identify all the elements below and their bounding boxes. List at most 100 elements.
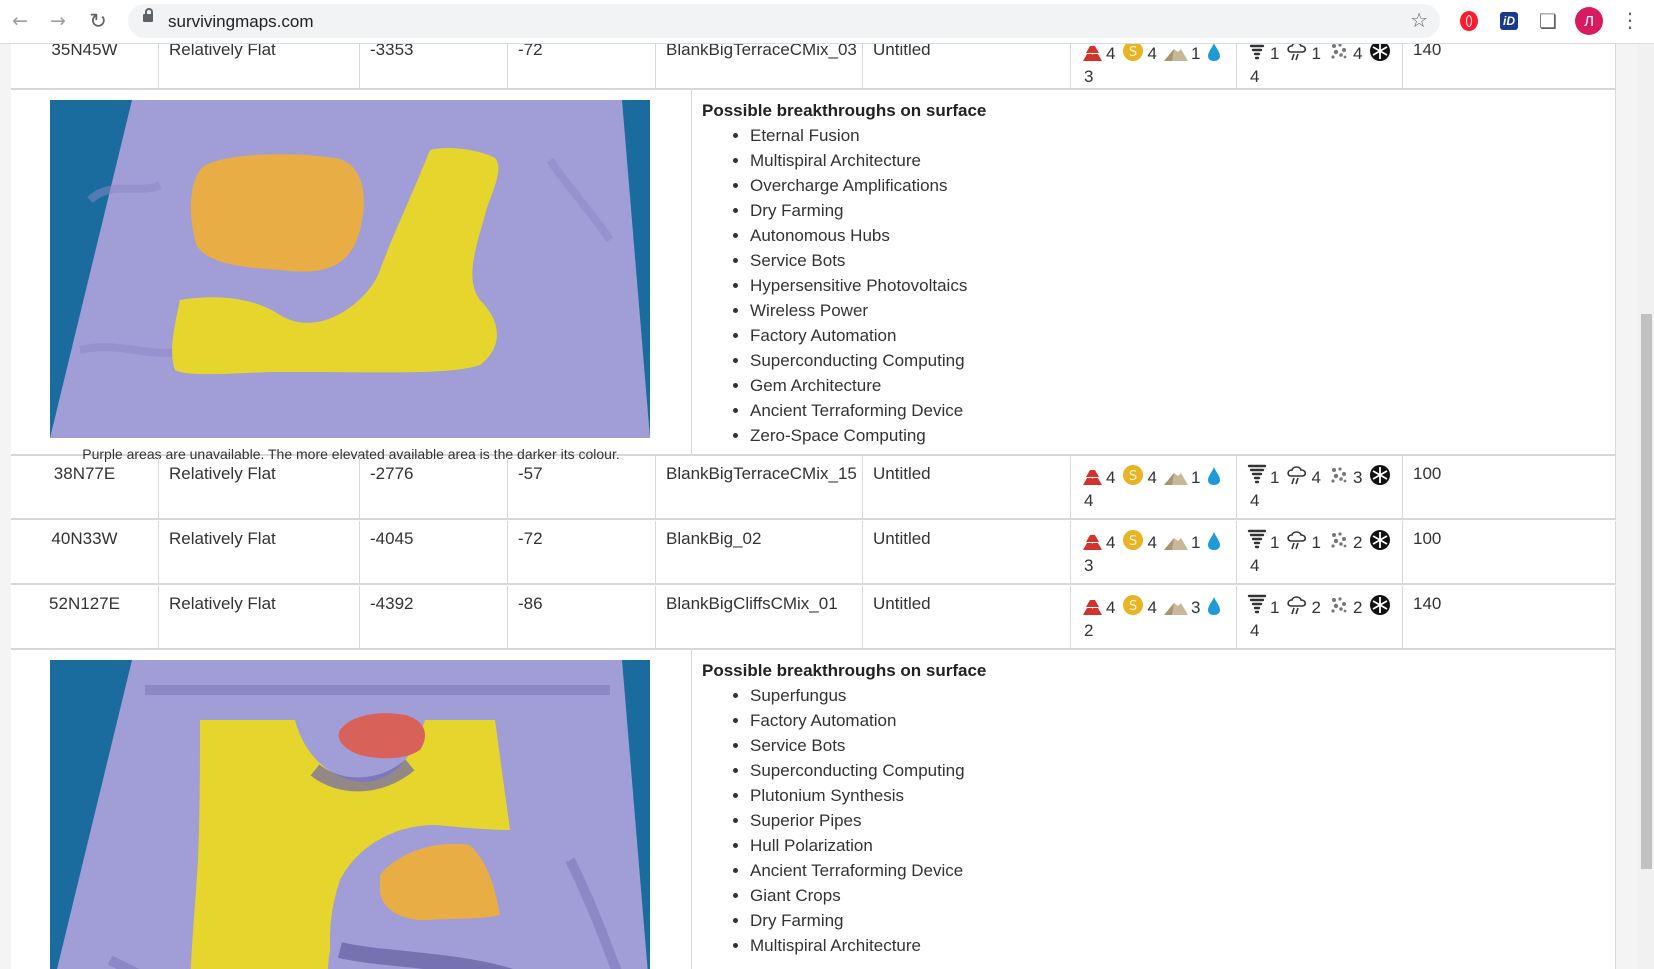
bookmark-star-icon[interactable]: ☆ (1410, 8, 1428, 32)
breakthrough-item: Eternal Fusion (750, 123, 1615, 148)
concrete-icon (1163, 600, 1188, 621)
resource-value: 4 (1106, 533, 1116, 552)
breakthroughs-column: Possible breakthroughs on surface Eterna… (691, 90, 1615, 454)
breakthrough-item: Factory Automation (750, 323, 1615, 348)
breakthrough-item: Service Bots (750, 248, 1615, 273)
cell-resources: 4 S 4 3 2 (1070, 586, 1236, 648)
breakthroughs-title: Possible breakthroughs on surface (702, 661, 987, 680)
metals-icon (1081, 598, 1103, 621)
resource-value: 4 (1147, 44, 1157, 63)
breakthrough-item: Superconducting Computing (750, 758, 1615, 783)
water-icon (1207, 596, 1221, 621)
detail-panel: Purple areas are unavailable. The more e… (11, 90, 1616, 462)
breakthrough-item: Gem Architecture (750, 373, 1615, 398)
id-extension-icon[interactable]: iD (1497, 9, 1521, 33)
back-arrow-icon[interactable]: ← (7, 8, 33, 34)
breakthrough-item: Hypersensitive Photovoltaics (750, 273, 1615, 298)
cell-temperature: -86 (507, 586, 655, 648)
id-extension-label: iD (1500, 12, 1518, 30)
cell-coords: 52N127E (49, 594, 120, 613)
svg-text:S: S (1129, 45, 1137, 60)
resource-value: 4 (1106, 468, 1116, 487)
cell-named-location: Untitled (862, 44, 1070, 88)
breakthrough-item: Multispiral Architecture (750, 148, 1615, 173)
forward-arrow-icon[interactable]: → (45, 8, 71, 34)
table-row[interactable]: 52N127E Relatively Flat -4392 -86 BlankBigCl… (11, 586, 1616, 650)
table-row[interactable]: 40N33W Relatively Flat -4045 -72 BlankBig_02… (11, 521, 1616, 585)
map-preview-image[interactable] (50, 100, 650, 438)
cell-coords: 40N33W (51, 529, 118, 548)
disaster-value: 1 (1270, 598, 1280, 617)
dust-storm-icon (1286, 464, 1308, 491)
resource-value: 4 (1106, 44, 1116, 63)
breakthrough-item: Dry Farming (750, 198, 1615, 223)
svg-text:S: S (1129, 534, 1137, 549)
cell-difficulty: 140 (1402, 44, 1615, 88)
breakthrough-item: Multispiral Architecture (750, 933, 1615, 958)
detail-panel: Possible breakthroughs on surface Superf… (11, 650, 1616, 969)
concrete-icon (1163, 470, 1188, 491)
reload-icon[interactable]: ↻ (85, 8, 111, 34)
dust-devil-icon (1247, 464, 1267, 491)
breakthrough-item: Factory Automation (750, 708, 1615, 733)
opera-extension-icon[interactable] (1457, 9, 1481, 33)
cell-temperature: -57 (507, 456, 655, 518)
breakthrough-item: Plutonium Synthesis (750, 783, 1615, 808)
cell-coords: 38N77E (53, 464, 116, 483)
cell-map-name: BlankBig_02 (655, 521, 862, 583)
disaster-value: 4 (1352, 44, 1363, 63)
map-preview-image[interactable] (50, 660, 650, 969)
svg-text:S: S (1129, 469, 1137, 484)
profile-avatar[interactable]: Л (1575, 7, 1603, 35)
disaster-value: 1 (1311, 44, 1321, 63)
cell-difficulty: 100 (1402, 521, 1615, 583)
breakthrough-item: Superior Pipes (750, 808, 1615, 833)
dust-storm-icon (1286, 594, 1308, 621)
dust-storm-icon (1286, 44, 1308, 67)
metals-icon (1081, 468, 1103, 491)
disaster-value: 1 (1270, 44, 1280, 63)
page-margin-right (1616, 44, 1638, 969)
meteor-icon (1328, 529, 1350, 556)
map-terrain-svg (50, 100, 650, 438)
breakthrough-item: Superfungus (750, 683, 1615, 708)
disaster-value: 3 (1352, 468, 1363, 487)
cell-difficulty: 140 (1402, 586, 1615, 648)
cell-named-location: Untitled (862, 586, 1070, 648)
metals-icon (1081, 44, 1103, 67)
disaster-value: 2 (1352, 533, 1363, 552)
map-terrain-svg (50, 660, 650, 969)
table-row[interactable]: 38N77E Relatively Flat -2776 -57 BlankBigTer… (11, 456, 1616, 520)
cell-altitude: -3353 (359, 44, 507, 88)
cell-resources: 4 S 4 1 3 (1070, 521, 1236, 583)
cell-disasters: 1 1 44 (1236, 44, 1402, 88)
disaster-value: 4 (1311, 468, 1321, 487)
page-viewport: 35N45W Relatively Flat -3353 -72 BlankBigTer… (0, 44, 1638, 969)
resource-value: 4 (1084, 491, 1094, 510)
cell-topography: Relatively Flat (158, 44, 359, 88)
cell-topography: Relatively Flat (158, 586, 359, 648)
breakthrough-item: Hull Polarization (750, 833, 1615, 858)
address-bar[interactable]: survivingmaps.com ☆ (128, 4, 1440, 38)
water-icon (1207, 466, 1221, 491)
page-scrollbar[interactable] (1638, 44, 1654, 969)
precious-metals-icon: S (1122, 464, 1144, 491)
scrollbar-thumb[interactable] (1641, 314, 1652, 869)
resource-value: 1 (1190, 44, 1201, 63)
disaster-value: 2 (1352, 598, 1363, 617)
breakthroughs-column: Possible breakthroughs on surface Superf… (691, 650, 1615, 969)
table-row[interactable]: 35N45W Relatively Flat -3353 -72 BlankBigTer… (11, 44, 1616, 90)
precious-metals-icon: S (1122, 44, 1144, 67)
breakthrough-item: Zero-Space Computing (750, 423, 1615, 448)
kebab-menu-icon[interactable]: ⋮ (1620, 8, 1640, 32)
concrete-icon (1163, 535, 1188, 556)
extensions-puzzle-icon[interactable]: ❏ (1536, 9, 1560, 33)
cell-map-name: BlankBigCliffsCMix_01 (655, 586, 862, 648)
resource-value: 4 (1147, 598, 1157, 617)
lock-icon (143, 8, 153, 22)
breakthrough-item: Wireless Power (750, 298, 1615, 323)
disaster-value: 4 (1250, 67, 1260, 86)
address-url[interactable]: survivingmaps.com (168, 12, 314, 32)
breakthrough-item: Ancient Terraforming Device (750, 398, 1615, 423)
water-icon (1207, 531, 1221, 556)
